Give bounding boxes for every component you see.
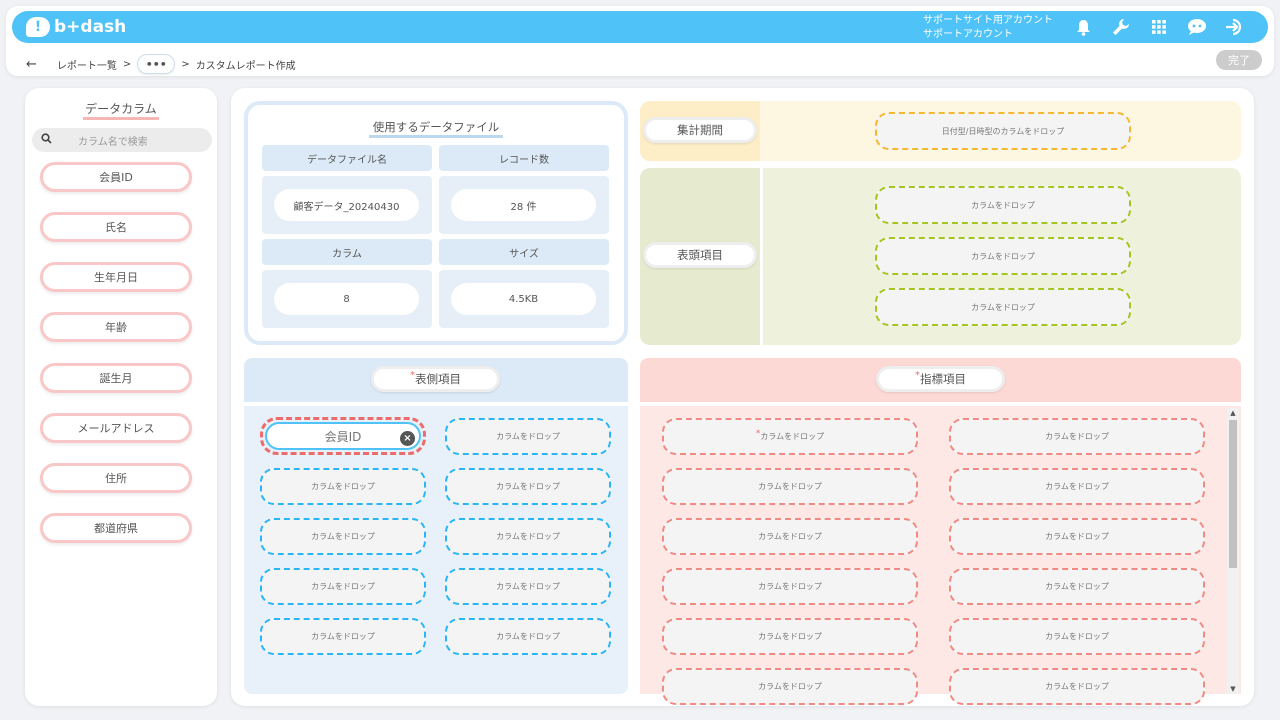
column-count-cell: 8	[262, 270, 432, 328]
logo[interactable]: ! b+dash	[26, 15, 126, 39]
column-item[interactable]: 誕生月	[40, 363, 192, 393]
logo-text: b+dash	[54, 17, 127, 37]
metric-drop-text: カラムをドロップ	[760, 432, 825, 441]
done-button[interactable]: 完了	[1216, 50, 1262, 70]
required-mark: *	[915, 369, 920, 381]
sidebar-title-text: データカラム	[83, 102, 159, 120]
logo-mark-icon: !	[26, 17, 50, 37]
breadcrumb: ← レポート一覧 > ••• > カスタムレポート作成	[26, 52, 296, 76]
report-builder: 使用するデータファイル データファイル名 レコード数 顧客データ_2024043…	[231, 88, 1254, 706]
breadcrumb-current: カスタムレポート作成	[195, 60, 296, 72]
search-icon	[32, 133, 60, 147]
side-item-drop-slot[interactable]: カラムをドロップ	[260, 518, 426, 555]
side-item-filled-slot[interactable]: 会員ID ×	[260, 417, 426, 455]
file-name-header: データファイル名	[262, 145, 432, 171]
column-item[interactable]: 生年月日	[40, 262, 192, 292]
period-label: 集計期間	[643, 117, 757, 143]
metric-drop-slot[interactable]: カラムをドロップ	[949, 418, 1205, 455]
side-item-drop-slot[interactable]: カラムをドロップ	[445, 418, 611, 455]
column-count-header: カラム	[262, 239, 432, 265]
header-item-drop-slot[interactable]: カラムをドロップ	[875, 288, 1131, 326]
metric-drop-slot[interactable]: カラムをドロップ	[949, 468, 1205, 505]
column-item[interactable]: メールアドレス	[40, 413, 192, 443]
record-count-cell: 28 件	[439, 176, 609, 234]
data-file-title-text: 使用するデータファイル	[368, 120, 504, 138]
side-item-drop-slot[interactable]: カラムをドロップ	[260, 618, 426, 655]
file-name-cell: 顧客データ_20240430	[262, 176, 432, 234]
metric-drop-slot[interactable]: カラムをドロップ	[949, 618, 1205, 655]
metric-drop-slot[interactable]: カラムをドロップ	[662, 568, 918, 605]
required-mark: *	[410, 369, 415, 381]
metric-drop-slot[interactable]: * カラムをドロップ	[662, 418, 918, 455]
logout-icon[interactable]	[1224, 16, 1246, 38]
account-line-1: サポートサイト用アカウント	[923, 15, 1053, 26]
breadcrumb-separator: >	[122, 58, 132, 70]
metrics-label: * 指標項目	[876, 366, 1005, 392]
breadcrumb-report-list[interactable]: レポート一覧	[57, 57, 117, 72]
chat-bot-icon[interactable]	[1186, 16, 1208, 38]
data-column-sidebar: データカラム カラム名で検索 会員ID 氏名 生年月日 年齢 誕生月 メールアド…	[25, 88, 217, 706]
metrics-label-text: 指標項目	[920, 372, 966, 386]
column-item[interactable]: 年齢	[40, 312, 192, 342]
header-items-label: 表頭項目	[643, 242, 757, 268]
column-count-value: 8	[274, 283, 419, 315]
metric-drop-slot[interactable]: カラムをドロップ	[949, 668, 1205, 705]
back-arrow-icon[interactable]: ←	[26, 57, 37, 72]
breadcrumb-separator: >	[181, 58, 190, 70]
record-count-header: レコード数	[439, 145, 609, 171]
column-item[interactable]: 氏名	[40, 212, 192, 242]
remove-icon[interactable]: ×	[400, 431, 415, 446]
side-item-chip[interactable]: 会員ID ×	[265, 422, 421, 450]
account-line-2: サポートアカウント	[923, 29, 1013, 40]
sidebar-title: データカラム	[25, 100, 217, 120]
account-info[interactable]: サポートサイト用アカウント サポートアカウント	[923, 14, 1053, 42]
scroll-down-arrow-icon[interactable]: ▼	[1227, 684, 1239, 694]
period-drop-slot[interactable]: 日付型/日時型のカラムをドロップ	[875, 112, 1131, 150]
metric-drop-slot[interactable]: カラムをドロップ	[662, 618, 918, 655]
scroll-thumb[interactable]	[1229, 420, 1237, 568]
size-cell: 4.5KB	[439, 270, 609, 328]
side-item-drop-slot[interactable]: カラムをドロップ	[260, 468, 426, 505]
metric-drop-slot[interactable]: カラムをドロップ	[662, 518, 918, 555]
side-item-drop-slot[interactable]: カラムをドロップ	[445, 568, 611, 605]
metric-drop-slot[interactable]: カラムをドロップ	[949, 568, 1205, 605]
bell-icon[interactable]	[1072, 16, 1094, 38]
metrics-scrollbar[interactable]: ▲ ▼	[1227, 408, 1239, 694]
column-item[interactable]: 都道府県	[40, 513, 192, 543]
search-placeholder: カラム名で検索	[78, 136, 148, 148]
top-card: ! b+dash サポートサイト用アカウント サポートアカウント ← レポート一…	[6, 6, 1274, 76]
side-items-label: * 表側項目	[371, 366, 500, 392]
side-item-drop-slot[interactable]: カラムをドロップ	[445, 618, 611, 655]
metric-drop-slot[interactable]: カラムをドロップ	[662, 668, 918, 705]
required-mark: *	[755, 428, 761, 439]
side-items-label-text: 表側項目	[415, 372, 461, 386]
grid-icon[interactable]	[1148, 16, 1170, 38]
size-header: サイズ	[439, 239, 609, 265]
column-item[interactable]: 会員ID	[40, 162, 192, 192]
metric-drop-slot[interactable]: カラムをドロップ	[662, 468, 918, 505]
side-item-drop-slot[interactable]: カラムをドロップ	[445, 518, 611, 555]
side-item-drop-slot[interactable]: カラムをドロップ	[445, 468, 611, 505]
header-item-drop-slot[interactable]: カラムをドロップ	[875, 237, 1131, 275]
wrench-icon[interactable]	[1110, 16, 1132, 38]
column-search-input[interactable]: カラム名で検索	[32, 128, 212, 152]
data-file-title: 使用するデータファイル	[248, 119, 624, 138]
file-name-value: 顧客データ_20240430	[274, 189, 419, 221]
data-file-panel: 使用するデータファイル データファイル名 レコード数 顧客データ_2024043…	[244, 101, 628, 345]
record-count-value: 28 件	[451, 189, 596, 221]
scroll-up-arrow-icon[interactable]: ▲	[1227, 408, 1239, 418]
side-item-drop-slot[interactable]: カラムをドロップ	[260, 568, 426, 605]
top-bar: ! b+dash サポートサイト用アカウント サポートアカウント	[12, 11, 1268, 43]
metric-drop-slot[interactable]: カラムをドロップ	[949, 518, 1205, 555]
breadcrumb-ellipsis-button[interactable]: •••	[137, 54, 176, 74]
side-item-chip-label: 会員ID	[324, 429, 362, 444]
column-item[interactable]: 住所	[40, 463, 192, 493]
header-item-drop-slot[interactable]: カラムをドロップ	[875, 186, 1131, 224]
size-value: 4.5KB	[451, 283, 596, 315]
